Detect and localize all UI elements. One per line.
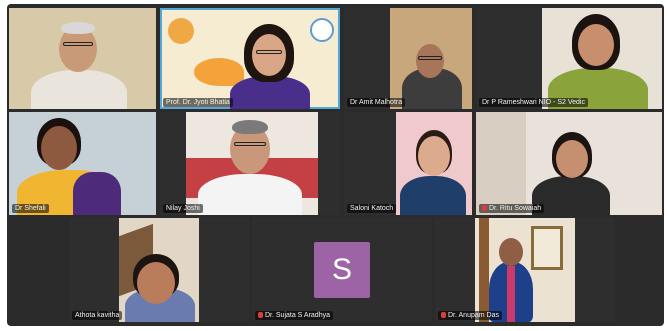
participant-tile-1[interactable]	[9, 8, 156, 109]
participant-video	[396, 112, 472, 215]
participant-tile-3[interactable]: Dr Amit Malhotra	[344, 8, 472, 109]
participant-name: Nilay Joshi	[163, 204, 203, 213]
participant-name: Dr Shefali	[12, 204, 49, 213]
participant-name: Dr Amit Malhotra	[347, 98, 406, 107]
participant-tile-5[interactable]: Dr Shefali	[9, 112, 156, 215]
participant-tile-6[interactable]: Nilay Joshi	[160, 112, 340, 215]
participant-video	[9, 112, 156, 215]
participant-tile-10[interactable]: S Dr. Sujata S Aradhya	[252, 218, 432, 322]
participant-name: Dr. Sujata S Aradhya	[255, 311, 333, 320]
participant-tile-7[interactable]: Saloni Katoch	[344, 112, 472, 215]
muted-mic-icon	[441, 312, 446, 318]
participant-avatar: S	[314, 242, 370, 298]
participant-video	[9, 8, 156, 109]
participant-video	[542, 8, 662, 109]
participant-name: Saloni Katoch	[347, 204, 397, 213]
participant-name: Dr P Rameshwari NIO - S2 Vedic	[479, 98, 588, 107]
participant-name: Dr. Ritu Sowaiah	[479, 204, 545, 213]
participant-tile-9[interactable]: Athota kavitha	[69, 218, 249, 322]
muted-mic-icon	[482, 205, 487, 211]
participant-video	[160, 8, 340, 109]
participant-tile-2[interactable]: Prof. Dr. Jyoti Bhatia	[160, 8, 340, 109]
participant-video	[186, 112, 318, 215]
participant-tile-8[interactable]: Dr. Ritu Sowaiah	[476, 112, 662, 215]
participant-name: Dr. Anupam Das	[438, 311, 502, 320]
muted-mic-icon	[258, 312, 263, 318]
participant-name: Athota kavitha	[72, 311, 123, 320]
participant-video	[119, 218, 199, 322]
participant-name: Prof. Dr. Jyoti Bhatia	[163, 98, 233, 107]
participant-tile-11[interactable]: Dr. Anupam Das	[435, 218, 615, 322]
participant-video	[476, 112, 662, 215]
video-grid: Prof. Dr. Jyoti Bhatia Dr Amit Malhotra …	[7, 4, 664, 326]
participant-tile-4[interactable]: Dr P Rameshwari NIO - S2 Vedic	[476, 8, 662, 109]
participant-video	[390, 8, 472, 109]
participant-video	[475, 218, 575, 322]
